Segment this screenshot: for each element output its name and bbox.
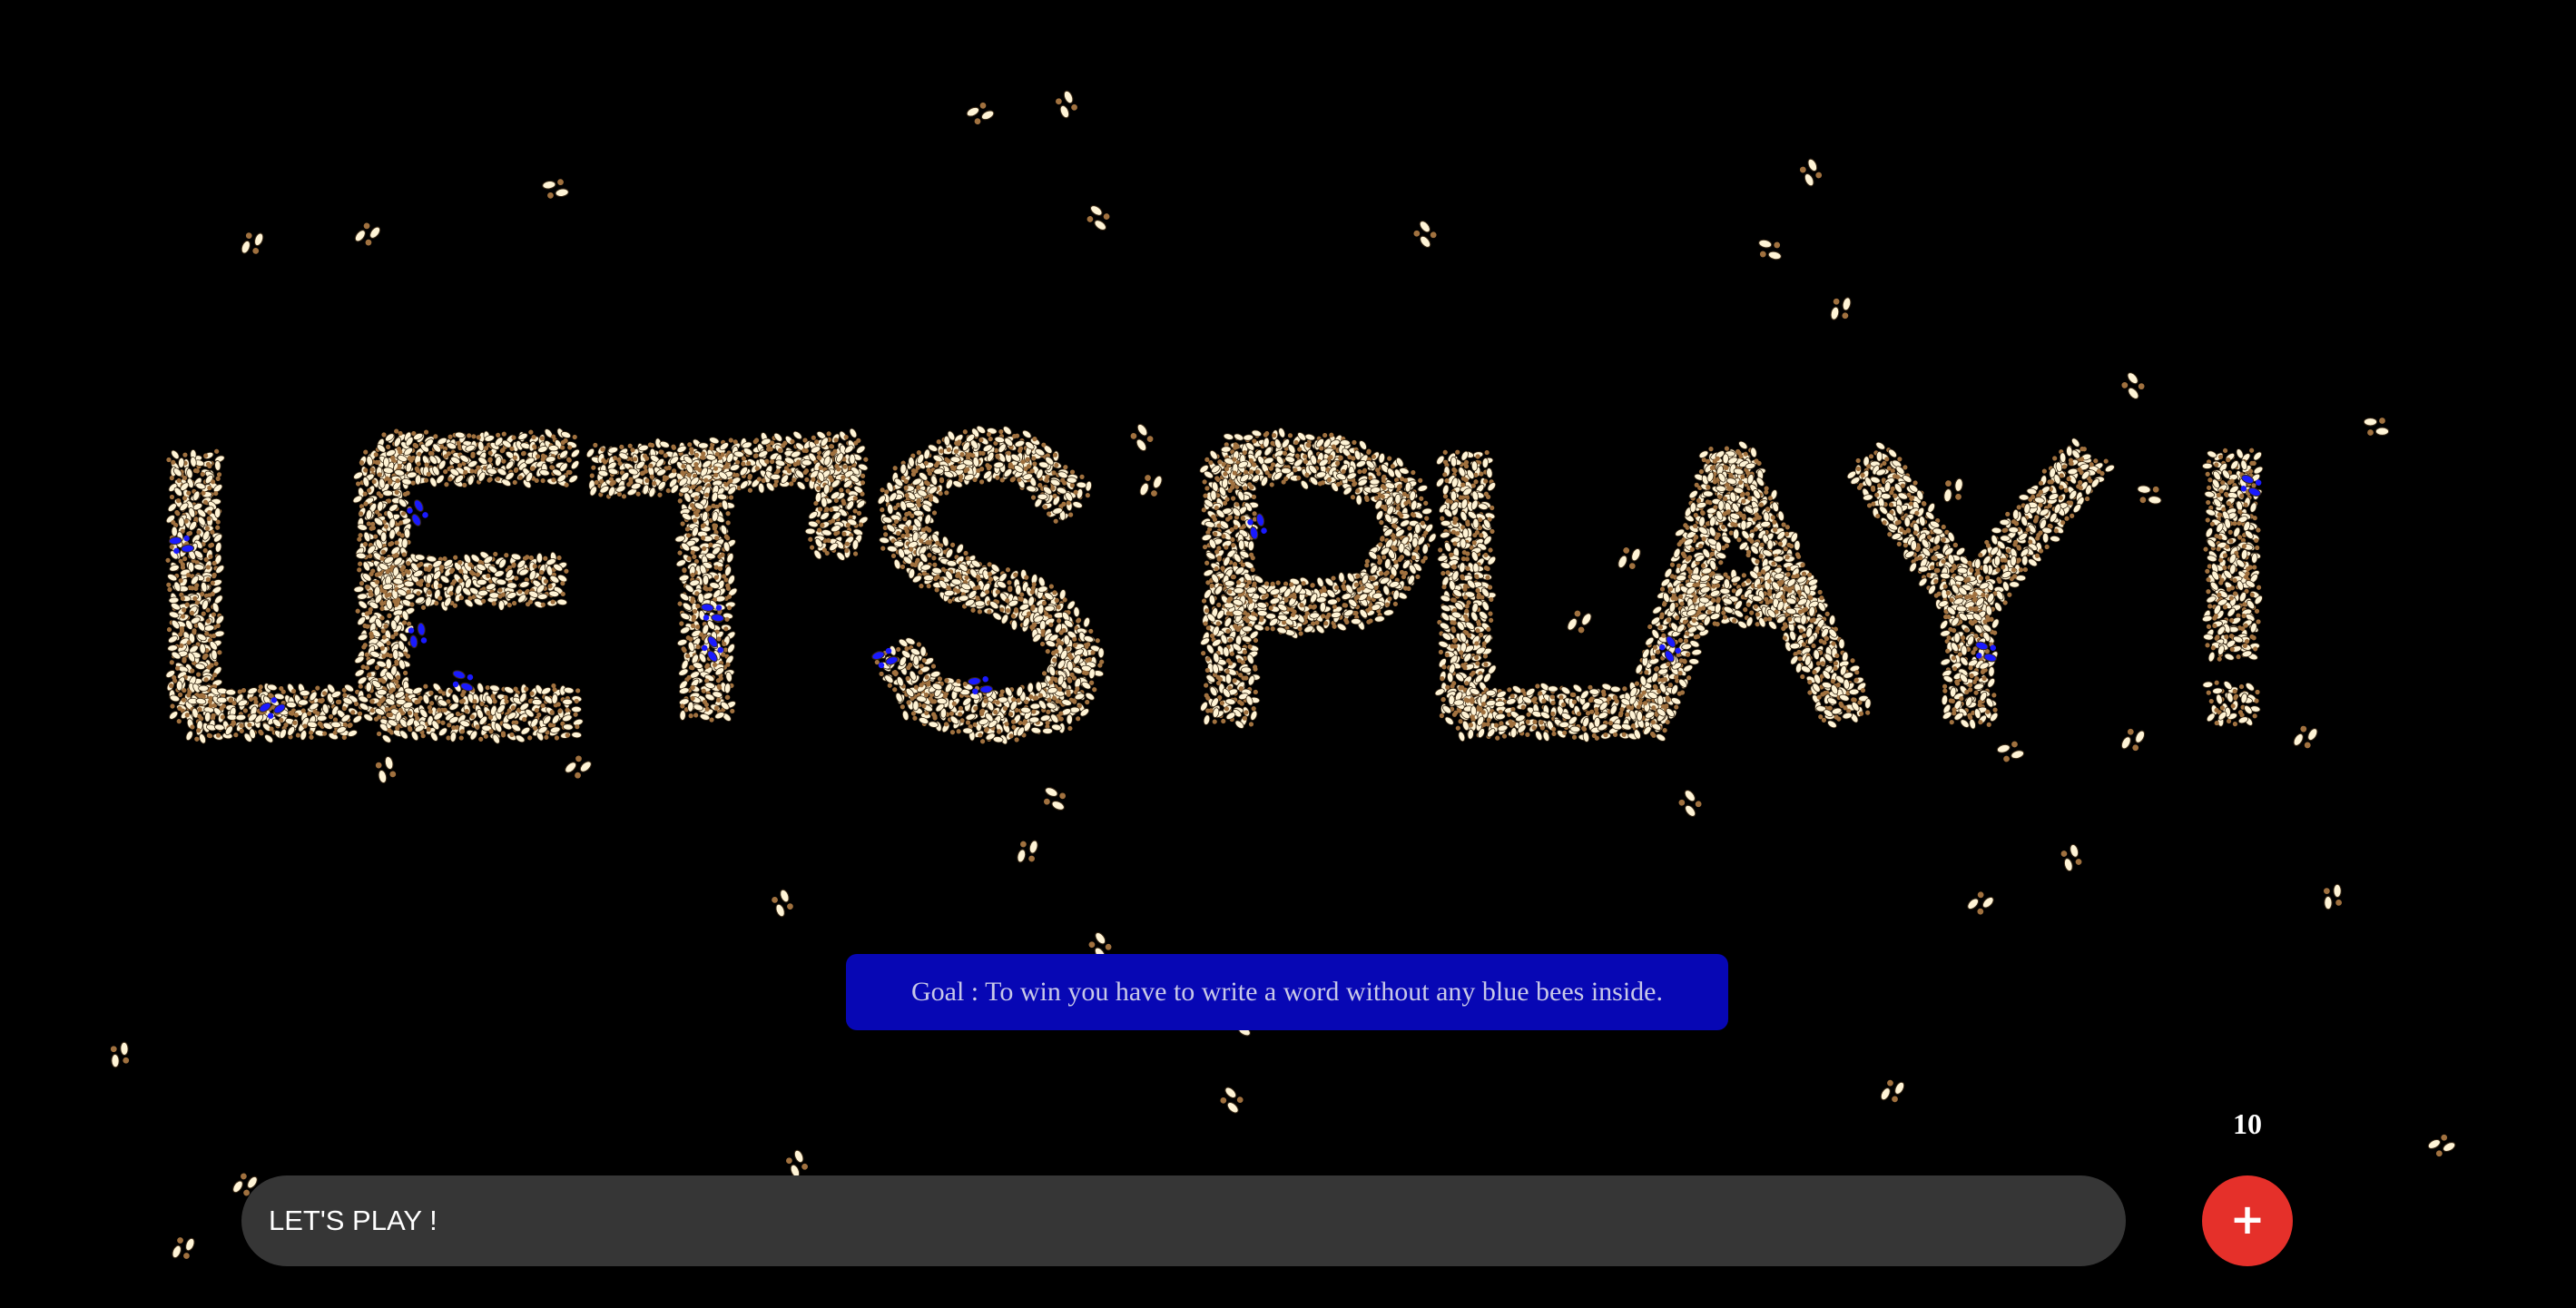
bee-icon: [1139, 475, 1163, 497]
bee-icon: [1830, 297, 1852, 320]
goal-banner: Goal : To win you have to write a word w…: [846, 954, 1728, 1030]
bee-icon: [241, 232, 264, 254]
bee-icon: [438, 723, 459, 741]
word-input[interactable]: [241, 1175, 2126, 1266]
bee-icon: [1017, 840, 1038, 863]
game-stage: Goal : To win you have to write a word w…: [0, 0, 2576, 1308]
bee-icon: [172, 1237, 195, 1259]
bee-icon: [1996, 741, 2025, 762]
bee-icon: [1758, 239, 1782, 261]
bee-icon: [375, 755, 397, 784]
bee-icon: [1943, 477, 1963, 503]
bee-icon: [565, 755, 592, 779]
bee-icon: [772, 889, 793, 918]
bee-icon: [1220, 1087, 1244, 1114]
bee-icon: [2293, 725, 2318, 749]
bee-icon: [1413, 221, 1437, 248]
goal-text: Goal : To win you have to write a word w…: [910, 977, 1664, 1007]
bee-icon: [1567, 610, 1592, 634]
plus-icon: +: [2229, 1195, 2266, 1244]
bee-icon: [2363, 418, 2390, 436]
bee-icon: [542, 179, 569, 199]
bee-icon: [452, 670, 474, 692]
bee-icon: [1551, 718, 1569, 739]
bee-icon: [1846, 701, 1864, 723]
bee-icon: [1799, 158, 1823, 187]
bee-icon: [1880, 1079, 1905, 1103]
bee-icon: [2324, 883, 2342, 910]
bee-icon: [1130, 423, 1154, 452]
bee-icon: [1056, 90, 1077, 119]
bee-swarm: [110, 90, 2456, 1259]
bee-icon: [2202, 680, 2223, 695]
bee-icon: [1617, 547, 1641, 569]
bee-icon: [2121, 372, 2145, 399]
bee-icon: [2004, 508, 2020, 529]
bee-icon: [1967, 891, 1994, 915]
bee-icon: [1043, 787, 1067, 811]
bee-icon: [786, 1149, 808, 1178]
bee-icon: [1086, 205, 1110, 231]
bee-icon: [966, 102, 995, 125]
bee-icon: [1439, 704, 1458, 725]
bee-icon: [1058, 713, 1073, 734]
bee-icon: [2137, 485, 2162, 505]
bee-icon: [1678, 790, 1702, 817]
bee-icon: [110, 1041, 130, 1068]
bee-icon: [2060, 843, 2082, 872]
bee-counter: 10: [2233, 1107, 2262, 1140]
add-button[interactable]: +: [2202, 1175, 2293, 1266]
bee-icon: [354, 222, 381, 246]
bee-icon: [2427, 1134, 2456, 1157]
bee-icon: [2120, 728, 2146, 752]
